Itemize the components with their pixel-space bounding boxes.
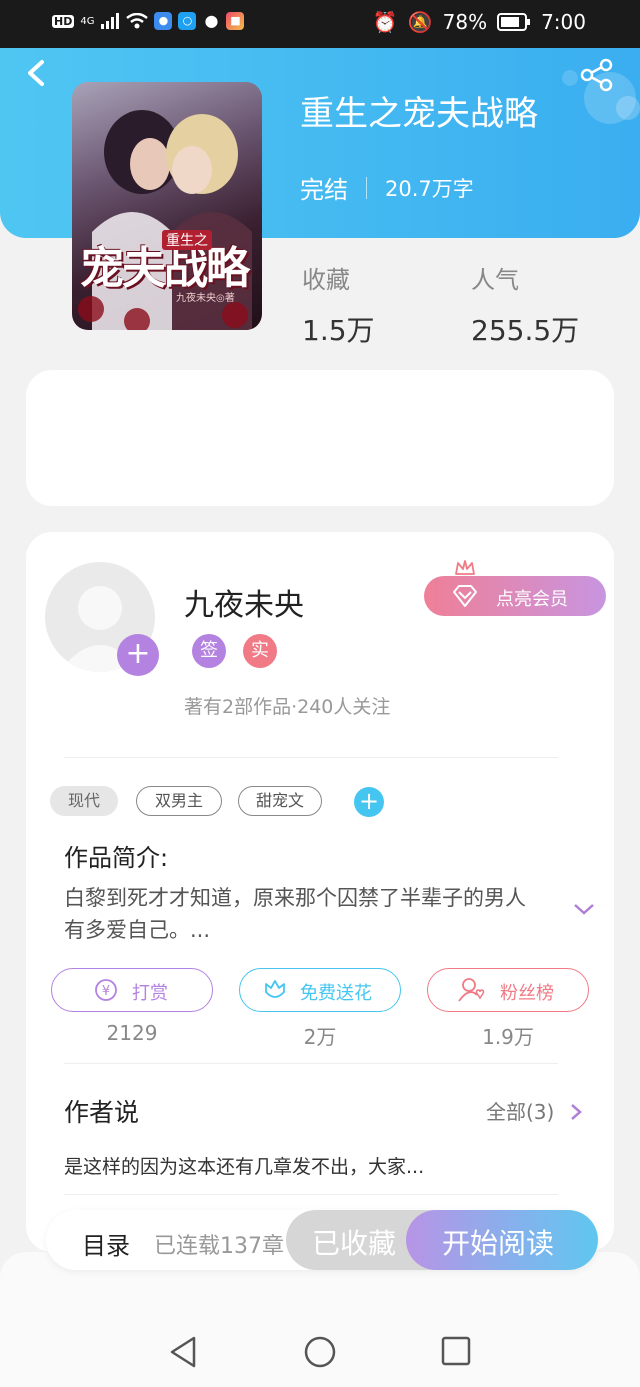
battery-percent: 78% xyxy=(442,10,488,34)
mute-icon: 🔕 xyxy=(407,10,433,34)
fan-ranking-button[interactable]: 粉丝榜 xyxy=(427,968,589,1012)
store-app-icon: ■ xyxy=(226,12,245,30)
start-reading-button[interactable]: 开始阅读 xyxy=(406,1210,598,1270)
book-status: 完结 xyxy=(300,176,348,204)
tag-dual-male-lead[interactable]: 双男主 xyxy=(136,786,222,816)
divider xyxy=(64,1063,558,1064)
tip-button[interactable]: ¥ 打赏 xyxy=(51,968,213,1012)
ad-placeholder-card xyxy=(26,370,614,506)
tag-modern[interactable]: 现代 xyxy=(50,786,118,816)
book-cover[interactable]: 宠夫战略 重生之 九夜未央◎著 xyxy=(72,82,262,330)
add-tag-button[interactable]: + xyxy=(354,787,384,817)
search-app-icon: ○ xyxy=(178,12,197,30)
wifi-icon xyxy=(126,13,149,29)
network-indicator: 4G xyxy=(80,15,95,27)
crown-icon xyxy=(455,560,475,575)
stat-label: 人气 xyxy=(471,266,519,294)
nav-recents-icon[interactable] xyxy=(440,1334,472,1368)
divider xyxy=(64,757,558,758)
bulb-app-icon: ● xyxy=(154,12,173,30)
plus-icon: + xyxy=(125,636,151,671)
chevron-left-icon xyxy=(28,60,44,86)
follow-author-button[interactable]: + xyxy=(117,634,159,676)
status-icons-left: HD 4G ● ○ ● ■ xyxy=(52,11,245,30)
diamond-icon xyxy=(453,585,477,607)
status-bar: HD 4G ● ○ ● ■ ⏰ 🔕 78% 7:00 xyxy=(0,0,640,48)
stat-value: 255.5万 xyxy=(471,314,580,347)
svg-text:¥: ¥ xyxy=(102,984,110,999)
flower-count: 2万 xyxy=(303,1025,337,1049)
meta-divider xyxy=(366,176,367,199)
tag-sweet-romance[interactable]: 甜宠文 xyxy=(238,786,322,816)
verified-badge: 实 xyxy=(243,634,277,668)
intro-title: 作品简介: xyxy=(64,844,169,872)
author-says-title: 作者说 xyxy=(64,1098,140,1127)
send-flower-label: 免费送花 xyxy=(300,983,372,1004)
chat-app-icon: ● xyxy=(204,11,219,30)
clock: 7:00 xyxy=(541,10,586,34)
all-link-label: 全部(3) xyxy=(486,1100,555,1124)
tip-label: 打赏 xyxy=(132,983,168,1004)
vip-member-button[interactable]: 点亮会员 xyxy=(424,576,606,616)
stat-label: 收藏 xyxy=(302,266,350,294)
signed-badge: 签 xyxy=(192,634,226,668)
divider xyxy=(64,1194,558,1195)
chevron-right-icon xyxy=(570,1104,582,1120)
book-meta: 完结 20.7万字 xyxy=(300,170,474,205)
table-of-contents-button[interactable]: 目录 xyxy=(82,1226,130,1261)
flower-icon xyxy=(265,980,285,998)
serial-chapter-count: 已连载137章 xyxy=(154,1234,284,1259)
cover-author-art: 九夜未央◎著 xyxy=(176,293,235,304)
chevron-down-icon xyxy=(574,904,594,915)
fan-count: 1.9万 xyxy=(482,1025,534,1049)
intro-text[interactable]: 白黎到死才才知道，原来那个囚禁了半辈子的男人有多爱自己。... xyxy=(64,882,544,946)
hd-indicator: HD xyxy=(52,14,75,28)
author-says-preview[interactable]: 是这样的因为这本还有几章发不出，大家... xyxy=(64,1152,424,1179)
fan-ranking-label: 粉丝榜 xyxy=(500,983,554,1004)
nav-home-icon[interactable] xyxy=(302,1334,338,1370)
cover-subtitle-art: 重生之 xyxy=(162,230,212,250)
author-name[interactable]: 九夜未央 xyxy=(184,580,304,624)
signal-icon xyxy=(101,13,120,29)
status-icons-right: ⏰ 🔕 78% 7:00 xyxy=(373,10,586,34)
share-icon xyxy=(580,58,613,92)
stat-favorites: 收藏 1.5万 xyxy=(302,260,375,349)
rose-decoration xyxy=(78,296,104,322)
book-title: 重生之宠夫战略 xyxy=(300,94,538,134)
start-reading-label: 开始阅读 xyxy=(442,1227,555,1260)
author-works-summary: 著有2部作品·240人关注 xyxy=(184,696,391,718)
stat-value: 1.5万 xyxy=(302,314,375,347)
user-heart-icon xyxy=(458,978,485,1002)
stat-popularity: 人气 255.5万 xyxy=(471,260,579,349)
battery-icon xyxy=(497,13,531,31)
rose-decoration xyxy=(124,308,150,330)
rose-decoration xyxy=(222,302,248,328)
favorited-label: 已收藏 xyxy=(312,1227,397,1260)
send-flower-button[interactable]: 免费送花 xyxy=(239,968,401,1012)
expand-intro-button[interactable] xyxy=(572,898,596,923)
word-count: 20.7万字 xyxy=(385,176,474,201)
author-says-all-link[interactable]: 全部(3) xyxy=(486,1096,583,1125)
yen-coin-icon: ¥ xyxy=(95,979,117,1001)
tip-count: 2129 xyxy=(106,1021,158,1045)
vip-button-label: 点亮会员 xyxy=(496,589,568,610)
nav-back-icon[interactable] xyxy=(166,1334,200,1370)
share-button[interactable] xyxy=(580,58,614,92)
alarm-icon: ⏰ xyxy=(372,10,398,34)
plus-icon: + xyxy=(358,787,380,815)
back-button[interactable] xyxy=(24,58,48,94)
